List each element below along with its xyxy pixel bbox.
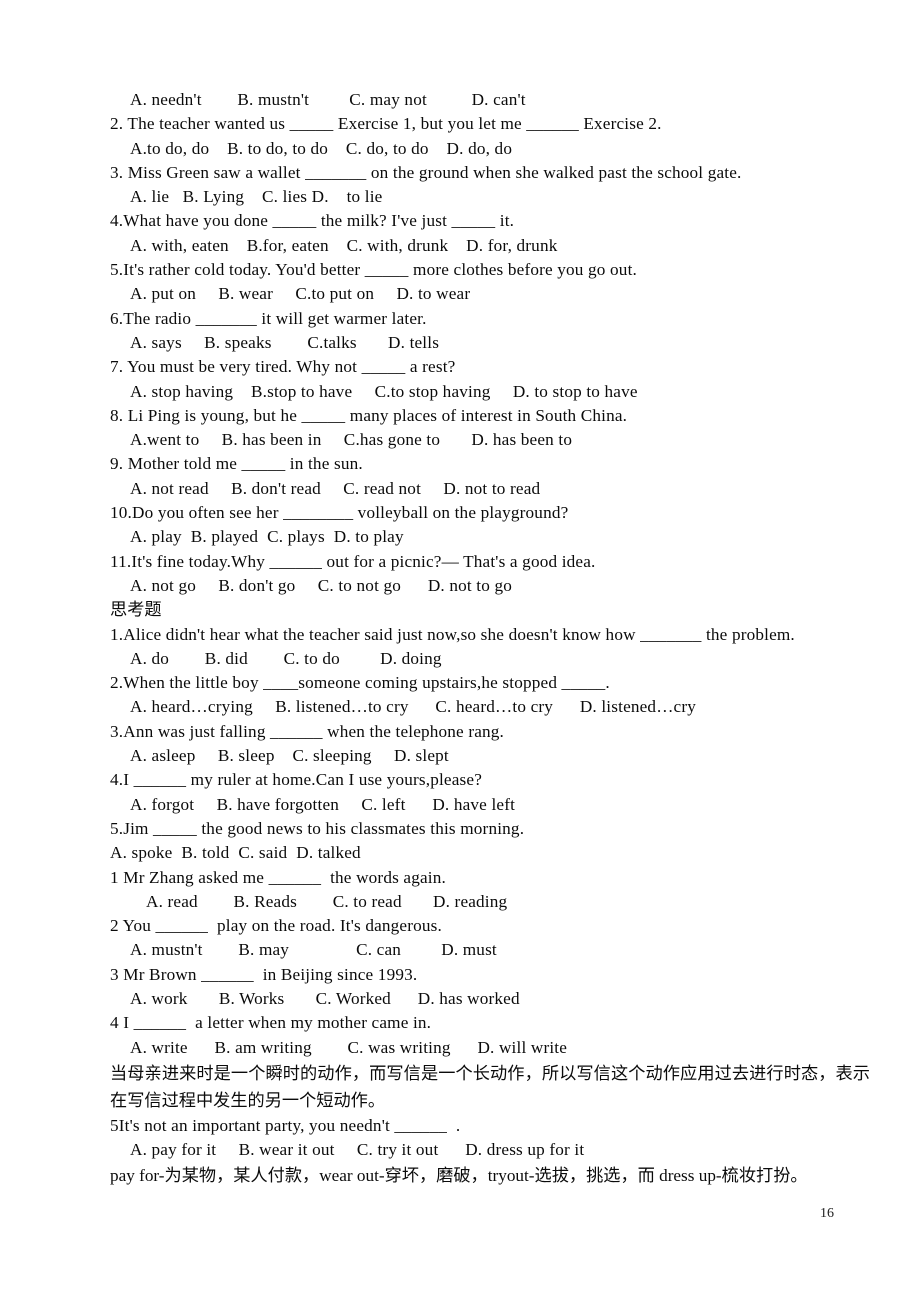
- question-stem: 11.It's fine today.Why ______ out for a …: [110, 551, 596, 571]
- answer-options: A.to do, do B. to do, to do C. do, to do…: [130, 138, 513, 158]
- answer-options: A. asleep B. sleep C. sleeping D. slept: [130, 746, 449, 766]
- answer-options: A. put on B. wear C.to put on D. to wear: [130, 284, 471, 304]
- question-stem: 10.Do you often see her ________ volleyb…: [110, 503, 569, 523]
- answer-options: A.went to B. has been in C.has gone to D…: [130, 430, 573, 450]
- question-stem: 2.When the little boy ____someone coming…: [110, 673, 610, 693]
- answer-options: A. not read B. don't read C. read not D.…: [130, 478, 541, 498]
- answer-options: A. play B. played C. plays D. to play: [130, 527, 404, 547]
- answer-options: A. heard…crying B. listened…to cry C. he…: [130, 697, 697, 717]
- section-thinking: 思考题 1.Alice didn't hear what the teacher …: [110, 598, 870, 1189]
- question-stem: 5It's not an important party, you needn'…: [110, 1115, 461, 1135]
- question-stem: 7. You must be very tired. Why not _____…: [110, 357, 456, 377]
- answer-options: A. with, eaten B.for, eaten C. with, dru…: [130, 235, 558, 255]
- question-stem: 8. Li Ping is young, but he _____ many p…: [110, 405, 628, 425]
- answer-options: A. pay for it B. wear it out C. try it o…: [130, 1140, 585, 1160]
- question-stem: 5.Jim _____ the good news to his classma…: [110, 818, 525, 838]
- question-stem: 3.Ann was just falling ______ when the t…: [110, 721, 505, 741]
- question-stem: 1 Mr Zhang asked me ______ the words aga…: [110, 867, 446, 887]
- explanation-note: pay for-为某物，某人付款，wear out-穿坏，磨破，tryout-选…: [110, 1166, 808, 1186]
- question-stem: 4.I ______ my ruler at home.Can I use yo…: [110, 770, 483, 790]
- answer-options: A. needn't B. mustn't C. may not D. can'…: [130, 90, 526, 109]
- document-body: A. needn't B. mustn't C. may not D. can'…: [110, 88, 870, 1189]
- page-number: 16: [820, 1206, 834, 1221]
- question-stem: 1.Alice didn't hear what the teacher sai…: [110, 624, 795, 644]
- answer-options: A. says B. speaks C.talks D. tells: [130, 332, 440, 352]
- answer-options: A. work B. Works C. Worked D. has worked: [130, 988, 520, 1008]
- section-heading: 思考题: [110, 600, 162, 620]
- question-stem: 4 I ______ a letter when my mother came …: [110, 1013, 432, 1033]
- answer-options: A. lie B. Lying C. lies D. to lie: [130, 187, 383, 207]
- section-main: A. needn't B. mustn't C. may not D. can'…: [110, 88, 870, 598]
- question-stem: 4.What have you done _____ the milk? I'v…: [110, 211, 515, 231]
- question-stem: 2 You ______ play on the road. It's dang…: [110, 916, 442, 936]
- answer-options: A. stop having B.stop to have C.to stop …: [130, 381, 638, 401]
- content-root: A. needn't B. mustn't C. may not D. can'…: [110, 88, 870, 1189]
- answer-options: A. not go B. don't go C. to not go D. no…: [130, 575, 513, 595]
- question-stem: 3. Miss Green saw a wallet _______ on th…: [110, 162, 742, 182]
- document-page: A. needn't B. mustn't C. may not D. can'…: [0, 0, 920, 1302]
- question-stem: 5.It's rather cold today. You'd better _…: [110, 260, 637, 280]
- question-stem: 3 Mr Brown ______ in Beijing since 1993.: [110, 964, 418, 984]
- answer-options: A. forgot B. have forgotten C. left D. h…: [130, 794, 516, 814]
- question-stem: 2. The teacher wanted us _____ Exercise …: [110, 114, 662, 134]
- answer-options: A. read B. Reads C. to read D. reading: [146, 891, 508, 911]
- answer-options: A. do B. did C. to do D. doing: [130, 648, 442, 668]
- answer-options: A. mustn't B. may C. can D. must: [130, 940, 497, 960]
- explanation-note: 当母亲进来时是一个瞬时的动作，而写信是一个长动作，所以写信这个动作应用过去进行时…: [110, 1063, 870, 1110]
- answer-options: A. spoke B. told C. said D. talked: [110, 843, 361, 863]
- question-stem: 9. Mother told me _____ in the sun.: [110, 454, 363, 474]
- answer-options: A. write B. am writing C. was writing D.…: [130, 1037, 568, 1057]
- question-stem: 6.The radio _______ it will get warmer l…: [110, 308, 427, 328]
